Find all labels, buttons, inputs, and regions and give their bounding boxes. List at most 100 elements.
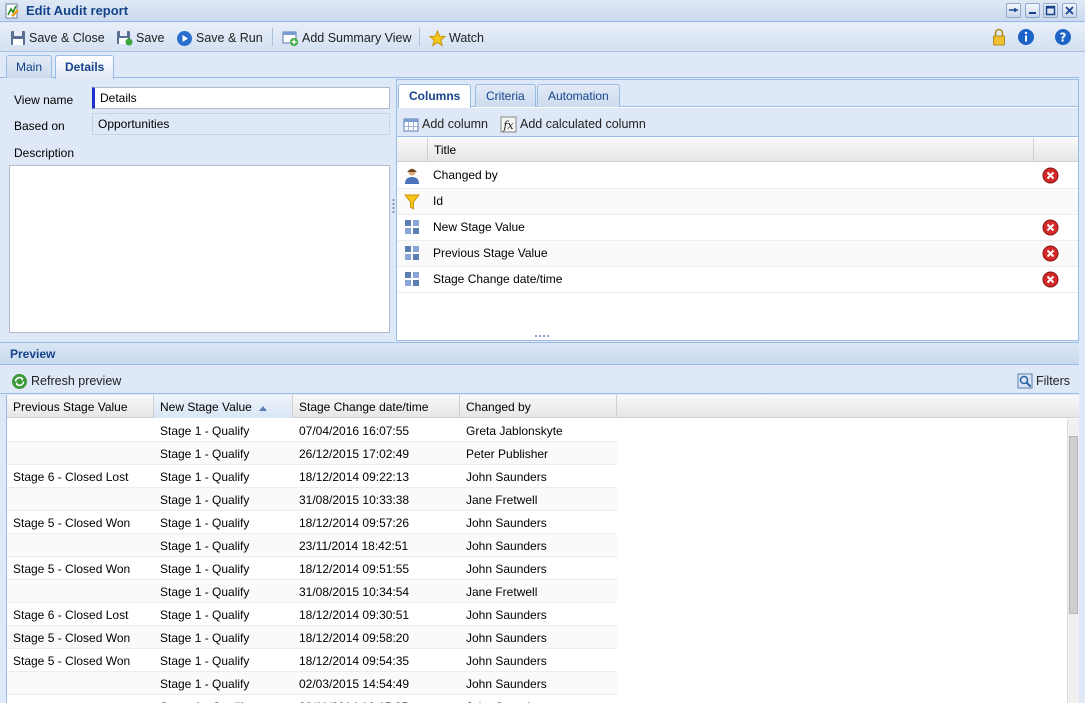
add-column-icon (403, 118, 419, 131)
based-on-label: Based on (14, 119, 65, 133)
column-row-title: Previous Stage Value (433, 246, 548, 260)
column-header-new-stage[interactable]: New Stage Value (154, 395, 293, 418)
cell-new-stage: Stage 1 - Qualify (160, 447, 250, 461)
save-close-button[interactable]: Save & Close (10, 28, 105, 48)
close-window-button[interactable] (1062, 3, 1077, 18)
preview-scrollbar[interactable] (1067, 419, 1079, 703)
lock-icon[interactable] (992, 28, 1006, 46)
help-icon[interactable]: ? (1054, 28, 1072, 46)
save-button[interactable]: Save (116, 28, 165, 48)
column-row-title: Stage Change date/time (433, 272, 563, 286)
column-header-changed-by[interactable]: Changed by (460, 395, 617, 418)
table-row[interactable]: Stage 5 - Closed Won Stage 1 - Qualify 18/… (7, 649, 617, 672)
table-row[interactable]: Stage 6 - Closed Lost Stage 1 - Qualify 18… (7, 465, 617, 488)
save-run-label: Save & Run (196, 31, 263, 45)
cell-changed-by: John Saunders (466, 516, 547, 530)
cell-changed-by: John Saunders (466, 562, 547, 576)
description-textarea[interactable] (9, 165, 390, 333)
add-calculated-column-label: Add calculated column (520, 117, 646, 131)
cell-new-stage: Stage 1 - Qualify (160, 424, 250, 438)
maximize-button[interactable] (1043, 3, 1058, 18)
based-on-field: Opportunities (92, 113, 390, 135)
table-row[interactable]: Stage 1 - Qualify 02/03/2015 14:54:49 John… (7, 672, 617, 695)
table-row[interactable]: Stage 5 - Closed Won Stage 1 - Qualify 18/… (7, 511, 617, 534)
cell-new-stage: Stage 1 - Qualify (160, 677, 250, 691)
table-row[interactable]: Stage 1 - Qualify 31/08/2015 10:33:38 Jane… (7, 488, 617, 511)
column-title-header[interactable]: Title (427, 138, 1034, 162)
filter-funnel-icon (403, 194, 421, 210)
add-summary-view-button[interactable]: Add Summary View (282, 28, 412, 48)
cell-stage-change-datetime: 18/12/2014 09:54:35 (299, 654, 410, 668)
floppy-disk-icon (11, 31, 25, 45)
delete-column-icon[interactable] (1042, 219, 1059, 236)
cell-changed-by: John Saunders (466, 631, 547, 645)
main-toolbar: Save & Close Save Save & Run Add Summary… (0, 23, 1085, 52)
field-icon (405, 272, 419, 286)
tab-columns[interactable]: Columns (398, 84, 472, 108)
add-calculated-column-button[interactable]: fx Add calculated column (500, 114, 646, 134)
add-summary-view-label: Add Summary View (302, 31, 412, 45)
cell-stage-change-datetime: 18/12/2014 09:30:51 (299, 608, 410, 622)
cell-stage-change-datetime: 18/12/2014 09:22:13 (299, 470, 410, 484)
columns-tab-strip: Columns Criteria Automation (397, 80, 1078, 108)
cell-stage-change-datetime: 26/12/2015 17:02:49 (299, 447, 410, 461)
cell-stage-change-datetime: 23/11/2014 18:42:51 (299, 539, 409, 553)
delete-column-icon[interactable] (1042, 167, 1059, 184)
refresh-icon (12, 373, 27, 389)
tab-details[interactable]: Details (55, 55, 115, 79)
column-row[interactable]: Stage Change date/time (397, 267, 1078, 293)
column-row[interactable]: New Stage Value (397, 215, 1078, 241)
preview-scrollbar-thumb[interactable] (1069, 436, 1078, 614)
delete-column-icon[interactable] (1042, 245, 1059, 262)
tab-automation[interactable]: Automation (537, 84, 620, 107)
info-icon[interactable] (1017, 28, 1035, 46)
table-row[interactable]: Stage 6 - Closed Lost Stage 1 - Qualify 18… (7, 603, 617, 626)
table-row[interactable]: Stage 1 - Qualify 23/11/2014 18:42:51 John… (7, 534, 617, 557)
table-row[interactable]: Stage 5 - Closed Won Stage 1 - Qualify 18/… (7, 557, 617, 580)
watch-label: Watch (449, 31, 484, 45)
field-icon (405, 246, 419, 260)
refresh-preview-button[interactable]: Refresh preview (11, 371, 121, 391)
watch-button[interactable]: Watch (429, 28, 484, 48)
view-name-input[interactable]: Details (92, 87, 390, 109)
cell-changed-by: Peter Publisher (466, 447, 549, 461)
cell-stage-change-datetime: 18/12/2014 09:57:26 (299, 516, 410, 530)
cell-stage-change-datetime: 31/08/2015 10:34:54 (299, 585, 410, 599)
horizontal-splitter[interactable] (0, 331, 1085, 341)
minimize-icon (1029, 12, 1036, 14)
tab-main[interactable]: Main (6, 55, 53, 78)
save-run-button[interactable]: Save & Run (176, 28, 263, 48)
table-row[interactable]: Stage 1 - Qualify 31/08/2015 10:34:54 Jane… (7, 580, 617, 603)
columns-grid-header: Title (397, 138, 1078, 162)
column-header-new-stage-label: New Stage Value (160, 400, 252, 414)
report-app-icon (5, 3, 19, 19)
add-view-icon (282, 31, 298, 46)
function-fx-icon: fx (500, 116, 517, 132)
svg-text:?: ? (1060, 31, 1067, 45)
minimize-button[interactable] (1025, 3, 1040, 18)
cell-previous-stage: Stage 5 - Closed Won (13, 516, 131, 530)
column-row-title: New Stage Value (433, 220, 525, 234)
table-row[interactable]: Stage 1 - Qualify 07/04/2016 16:07:55 Gret… (7, 419, 617, 442)
add-column-button[interactable]: Add column (403, 114, 488, 134)
pin-icon (1009, 8, 1018, 12)
column-header-stage-change-datetime[interactable]: Stage Change date/time (293, 395, 460, 418)
table-row[interactable]: Stage 5 - Closed Won Stage 1 - Qualify 18/… (7, 626, 617, 649)
column-header-previous-stage[interactable]: Previous Stage Value (7, 395, 154, 418)
preview-panel-header[interactable]: Preview (0, 342, 1085, 365)
tab-criteria[interactable]: Criteria (475, 84, 536, 107)
toolbar-separator (272, 28, 273, 46)
columns-panel: Columns Criteria Automation Add column f… (396, 79, 1079, 341)
column-row[interactable]: Previous Stage Value (397, 241, 1078, 267)
table-row[interactable]: Stage 1 - Qualify 26/12/2015 17:02:49 Pete… (7, 442, 617, 465)
filters-button[interactable]: Filters (1017, 371, 1070, 391)
delete-column-icon[interactable] (1042, 271, 1059, 288)
cell-new-stage: Stage 1 - Qualify (160, 470, 250, 484)
column-row[interactable]: Id (397, 189, 1078, 215)
pin-button[interactable] (1006, 3, 1021, 18)
window-titlebar: Edit Audit report (0, 0, 1085, 22)
field-icon (405, 220, 419, 234)
table-row[interactable]: Stage 1 - Qualify30/11/2014 10:15:35John… (7, 695, 617, 703)
cell-changed-by: Greta Jablonskyte (466, 424, 563, 438)
column-row[interactable]: Changed by (397, 163, 1078, 189)
